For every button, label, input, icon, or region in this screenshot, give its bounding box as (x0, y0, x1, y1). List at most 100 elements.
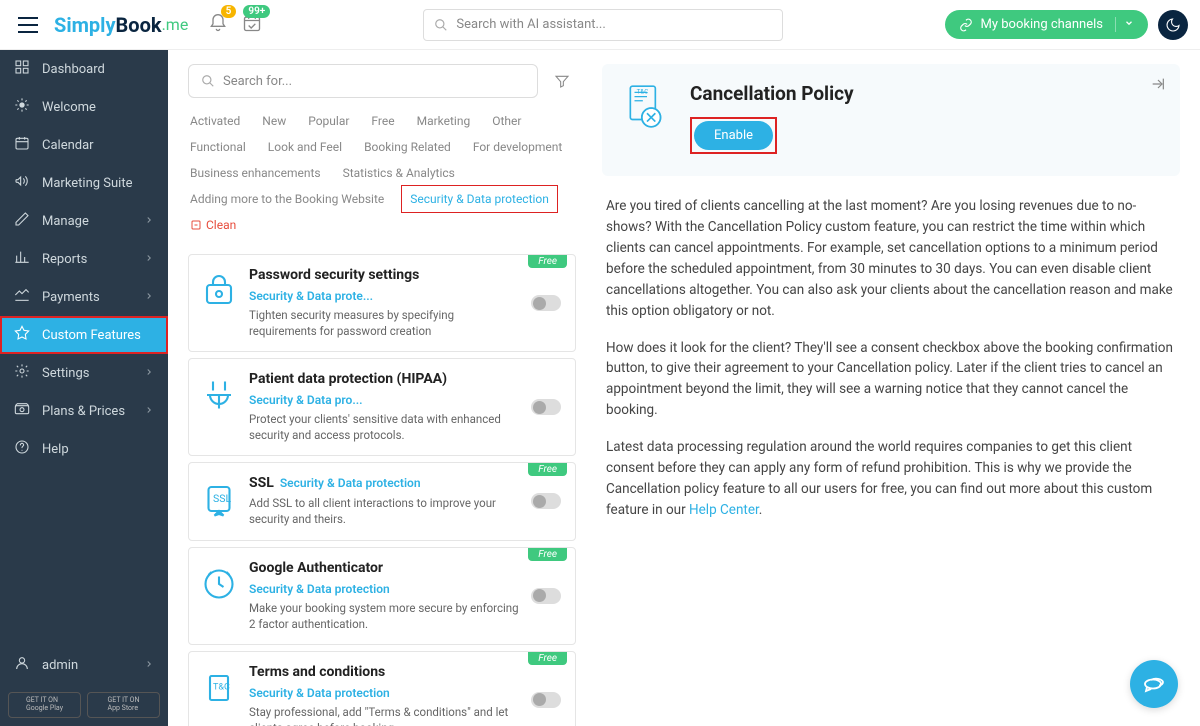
chevron-right-icon (144, 404, 154, 419)
welcome-icon (14, 97, 30, 117)
dashboard-icon (14, 59, 30, 79)
theme-toggle[interactable] (1158, 10, 1188, 40)
sidebar-item-settings[interactable]: Settings (0, 354, 168, 392)
free-badge: Free (528, 548, 567, 561)
sidebar-item-reports[interactable]: Reports (0, 240, 168, 278)
feature-card-password-security-settings[interactable]: Free Password security settings Security … (188, 254, 576, 352)
feature-card-patient-data-protection-hipaa-[interactable]: Patient data protection (HIPAA) Security… (188, 358, 576, 456)
filter-tag-statistics-analytics[interactable]: Statistics & Analytics (341, 162, 457, 184)
google-play-badge[interactable]: GET IT ON Google Play (8, 692, 81, 718)
hamburger-menu[interactable] (12, 11, 44, 39)
detail-title: Cancellation Policy (690, 82, 854, 105)
feature-toggle[interactable] (531, 493, 561, 509)
global-search[interactable]: Search with AI assistant... (423, 9, 783, 41)
feature-description: Stay professional, add "Terms & conditio… (249, 704, 519, 726)
sidebar-item-admin[interactable]: admin (0, 646, 168, 684)
feature-category-tag: Security & Data protection (280, 476, 421, 490)
feature-description: Add SSL to all client interactions to im… (249, 495, 519, 527)
filter-tag-other[interactable]: Other (490, 110, 523, 132)
feature-toggle[interactable] (531, 399, 561, 415)
feature-title: Terms and conditions (249, 664, 385, 680)
help-center-link[interactable]: Help Center (689, 502, 759, 518)
feature-title: Password security settings (249, 267, 419, 283)
filter-tag-popular[interactable]: Popular (306, 110, 351, 132)
sidebar-item-marketing-suite[interactable]: Marketing Suite (0, 164, 168, 202)
feature-title: Google Authenticator (249, 560, 383, 576)
filter-tag-activated[interactable]: Activated (188, 110, 242, 132)
calendar-icon (14, 135, 30, 155)
filter-tag-security-data-protection[interactable]: Security & Data protection (404, 188, 555, 210)
feature-icon: T&C (201, 670, 237, 706)
filter-tag-look-and-feel[interactable]: Look and Feel (266, 136, 344, 158)
enable-button[interactable]: Enable (694, 121, 773, 150)
chevron-down-icon (1115, 17, 1134, 32)
notifications-bell[interactable]: 5 (208, 13, 228, 37)
features-search[interactable]: Search for... (188, 64, 538, 98)
filter-tag-for-development[interactable]: For development (471, 136, 565, 158)
filter-button[interactable] (548, 67, 576, 95)
sidebar-item-manage[interactable]: Manage (0, 202, 168, 240)
feature-toggle[interactable] (531, 588, 561, 604)
user-icon (14, 655, 30, 675)
booking-channels-button[interactable]: My booking channels (945, 10, 1148, 39)
sidebar-item-welcome[interactable]: Welcome (0, 88, 168, 126)
feature-title: Patient data protection (HIPAA) (249, 371, 447, 387)
collapse-detail-button[interactable] (1150, 76, 1166, 96)
feature-title: SSL (249, 475, 274, 491)
sidebar-item-calendar[interactable]: Calendar (0, 126, 168, 164)
star-icon (14, 325, 30, 345)
megaphone-icon (14, 173, 30, 193)
feature-card-google-authenticator[interactable]: Free Google Authenticator Security & Data… (188, 547, 576, 645)
sidebar-item-help[interactable]: Help (0, 430, 168, 468)
feature-icon (201, 273, 237, 309)
feature-description: Tighten security measures by specifying … (249, 307, 519, 339)
sidebar-item-payments[interactable]: Payments (0, 278, 168, 316)
detail-header: T&C Cancellation Policy Enable (602, 64, 1180, 176)
chart-icon (14, 249, 30, 269)
filter-tag-marketing[interactable]: Marketing (415, 110, 473, 132)
help-icon (14, 439, 30, 459)
free-badge: Free (528, 463, 567, 476)
notification-badge: 5 (221, 5, 237, 18)
gear-icon (14, 363, 30, 383)
chevron-right-icon (144, 658, 154, 673)
feature-toggle[interactable] (531, 295, 561, 311)
filter-tag-free[interactable]: Free (369, 110, 396, 132)
feature-description: Make your booking system more secure by … (249, 600, 519, 632)
sidebar-item-plans-prices[interactable]: Plans & Prices (0, 392, 168, 430)
feature-category-tag: Security & Data pro... (249, 393, 363, 407)
filter-tag-booking-related[interactable]: Booking Related (362, 136, 453, 158)
detail-description: Are you tired of clients cancelling at t… (602, 176, 1180, 557)
filter-tag-new[interactable]: New (260, 110, 288, 132)
filter-tag-functional[interactable]: Functional (188, 136, 248, 158)
chat-fab[interactable] (1130, 660, 1178, 708)
svg-text:SSL: SSL (213, 492, 231, 505)
chevron-right-icon (144, 366, 154, 381)
svg-text:T&C: T&C (637, 87, 649, 95)
feature-category-tag: Security & Data prote... (249, 289, 373, 303)
payments-icon (14, 287, 30, 307)
filter-clean-button[interactable]: Clean (188, 214, 238, 236)
features-list-column: Search for... Activated New Popular Free Mar… (168, 50, 586, 726)
bookings-badge: 99+ (243, 5, 270, 18)
sidebar-item-custom-features[interactable]: Custom Features (0, 316, 168, 354)
chevron-right-icon (144, 290, 154, 305)
filter-tag-business-enhancements[interactable]: Business enhancements (188, 162, 323, 184)
free-badge: Free (528, 255, 567, 268)
filter-tag-adding-more-to-the-booking-website[interactable]: Adding more to the Booking Website (188, 188, 386, 210)
bookings-icon[interactable]: 99+ (242, 13, 262, 37)
chevron-right-icon (144, 214, 154, 229)
feature-toggle[interactable] (531, 692, 561, 708)
sidebar: DashboardWelcomeCalendarMarketing SuiteM… (0, 50, 168, 726)
pencil-icon (14, 211, 30, 231)
feature-category-tag: Security & Data protection (249, 686, 390, 700)
chevron-right-icon (144, 252, 154, 267)
feature-card-terms-and-conditions[interactable]: FreeT&CTerms and conditions Security & D… (188, 651, 576, 726)
logo[interactable]: SimplyBook.me (54, 13, 188, 37)
feature-category-tag: Security & Data protection (249, 582, 390, 596)
feature-card-ssl[interactable]: Free SSL SSL Security & Data protection Add… (188, 462, 576, 540)
feature-description: Protect your clients' sensitive data wit… (249, 411, 519, 443)
filter-tags: Activated New Popular Free Marketing Other Fun… (188, 108, 576, 244)
sidebar-item-dashboard[interactable]: Dashboard (0, 50, 168, 88)
app-store-badge[interactable]: GET IT ON App Store (87, 692, 160, 718)
